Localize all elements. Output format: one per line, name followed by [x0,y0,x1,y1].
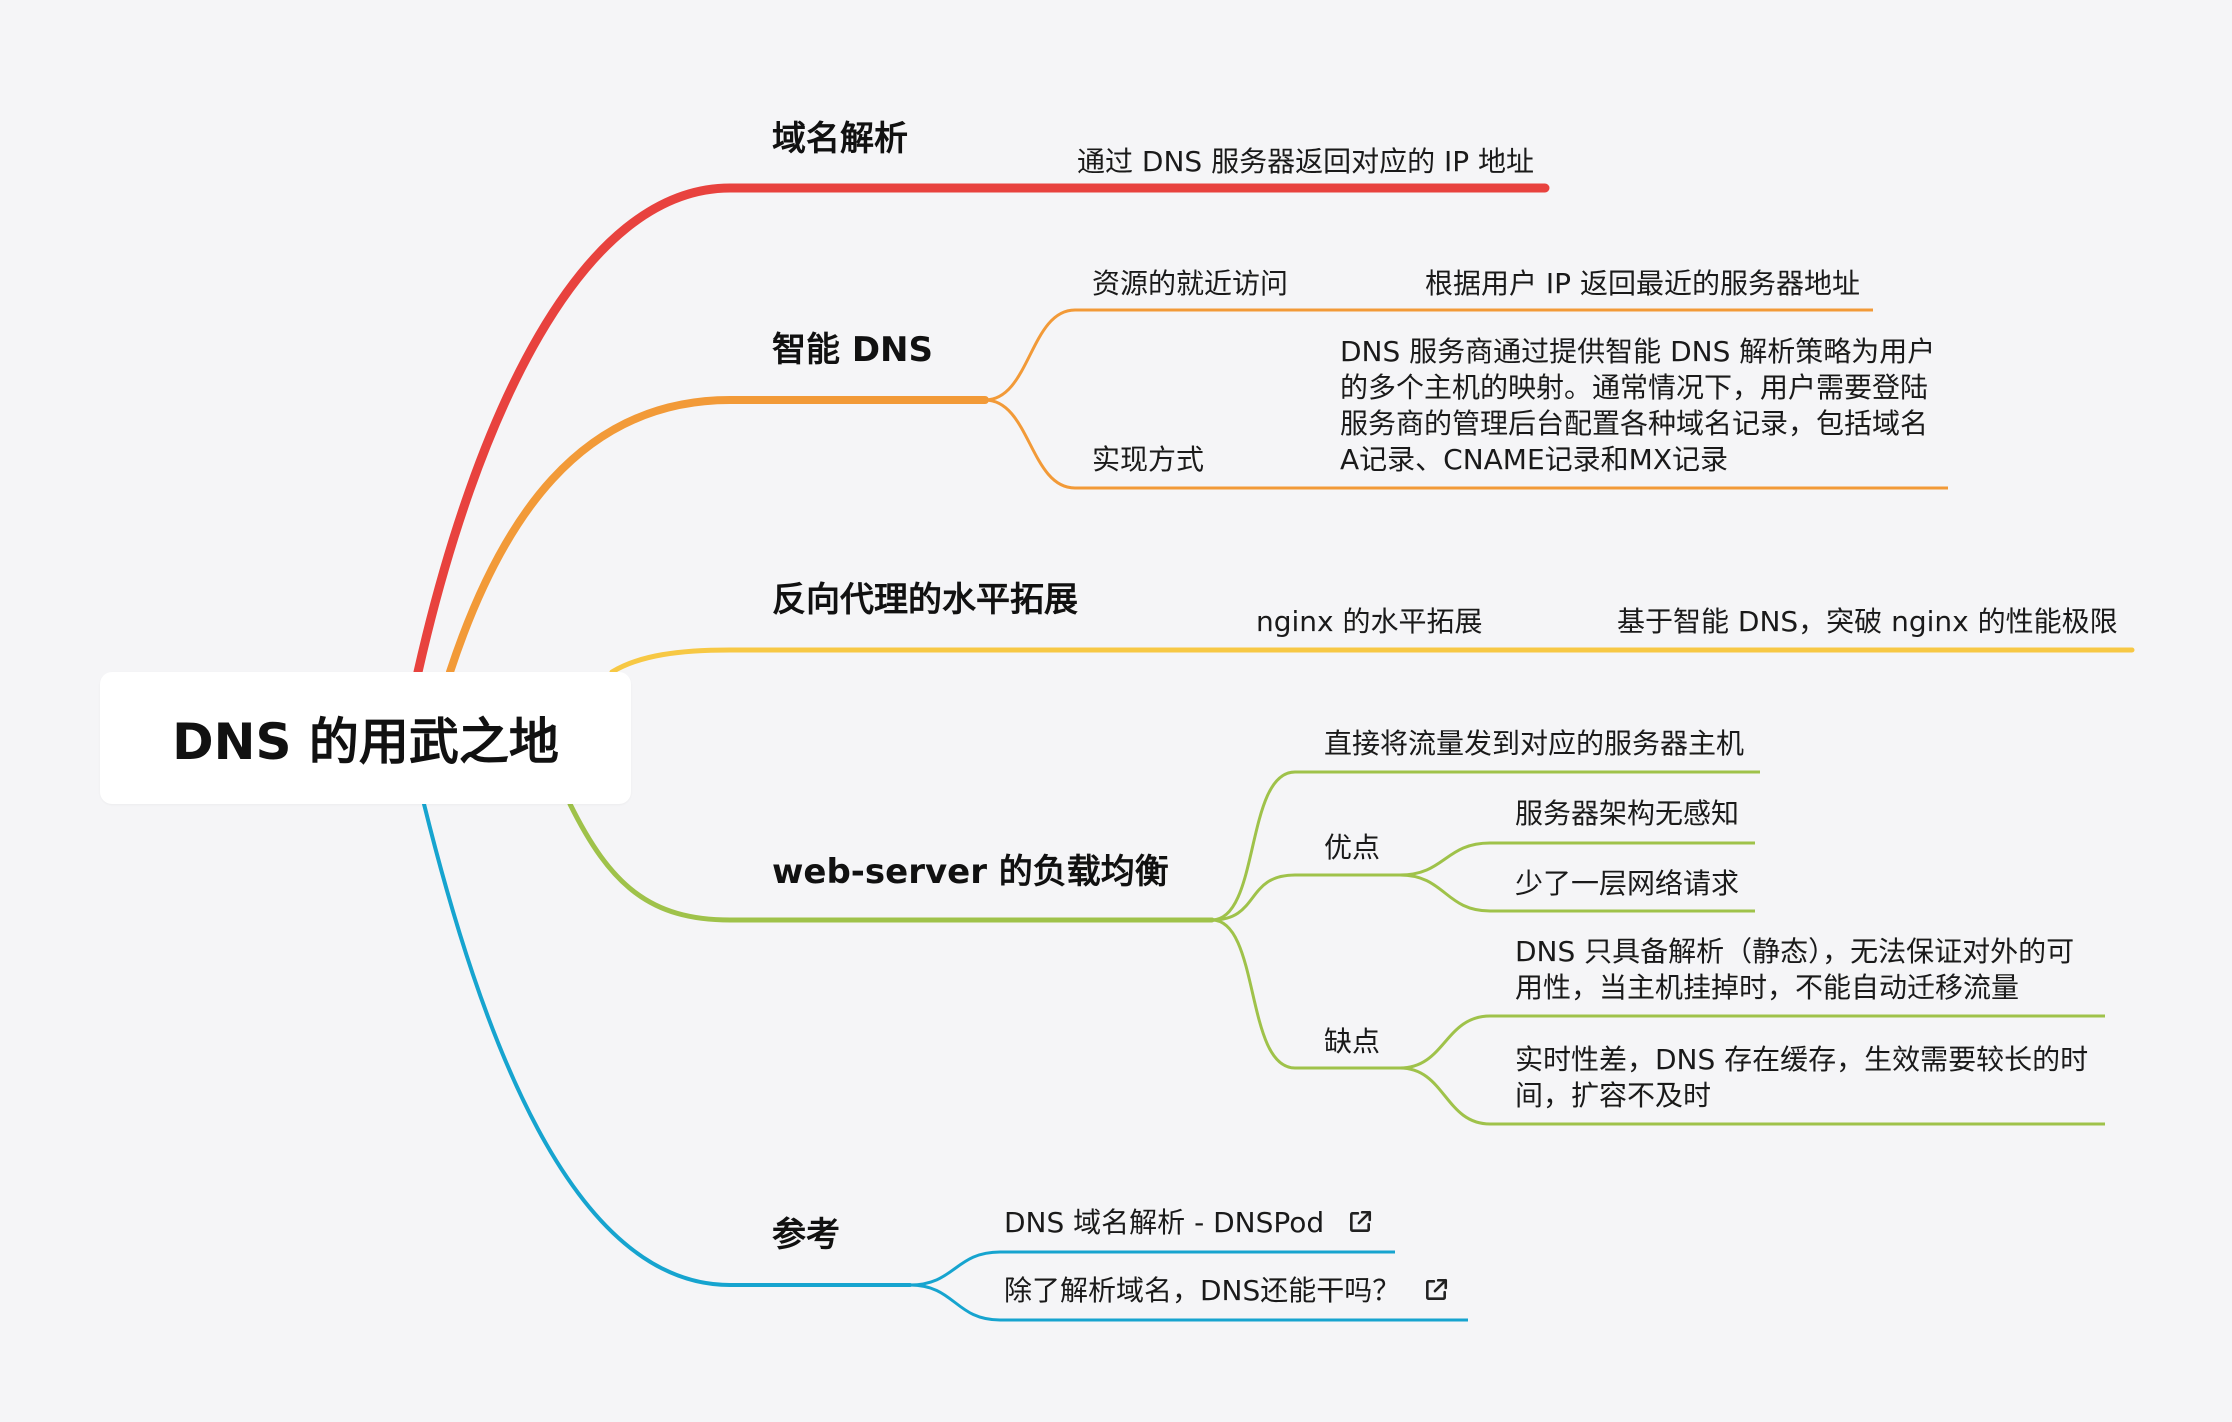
node-cons-item[interactable]: 实时性差，DNS 存在缓存，生效需要较长的时 间，扩容不及时 [1515,1042,2105,1114]
implementation-detail-line: 的多个主机的映射。通常情况下，用户需要登陆 [1340,371,1929,404]
branch-label-smart-dns[interactable]: 智能 DNS [772,330,933,371]
branch-label-load-balancing[interactable]: web-server 的负载均衡 [772,852,1169,893]
external-link-icon[interactable] [1347,1209,1373,1235]
reference-link-label: DNS 域名解析 - DNSPod [1004,1206,1325,1239]
node-implementation-detail[interactable]: DNS 服务商通过提供智能 DNS 解析策略为用户 的多个主机的映射。通常情况下… [1340,334,1940,478]
node-nginx-scaling[interactable]: nginx 的水平拓展 [1256,605,1483,639]
external-link-icon[interactable] [1423,1277,1449,1303]
branch-label-reverse-proxy[interactable]: 反向代理的水平拓展 [772,580,1078,621]
cons-item-line: 实时性差，DNS 存在缓存，生效需要较长的时 [1515,1043,2089,1076]
implementation-detail-line: A记录、CNAME记录和MX记录 [1340,443,1728,476]
implementation-detail-line: 服务商的管理后台配置各种域名记录，包括域名 [1340,407,1929,440]
node-pros-item[interactable]: 少了一层网络请求 [1515,867,1739,901]
node-nearby-access-detail[interactable]: 根据用户 IP 返回最近的服务器地址 [1425,267,1860,301]
reference-link-label: 除了解析域名，DNS还能干吗？ [1004,1274,1401,1307]
cons-item-line: 间，扩容不及时 [1515,1079,1712,1112]
branch-label-domain-resolution[interactable]: 域名解析 [772,119,908,160]
node-nginx-scaling-detail[interactable]: 基于智能 DNS，突破 nginx 的性能极限 [1617,605,2118,639]
root-node[interactable]: DNS 的用武之地 [100,672,631,804]
implementation-detail-line: DNS 服务商通过提供智能 DNS 解析策略为用户 [1340,335,1936,368]
branch-curve-reverse-proxy [609,647,2135,675]
branch-label-references[interactable]: 参考 [772,1215,840,1256]
cons-item-line: 用性，当主机挂掉时，不能自动迁移流量 [1515,971,2020,1004]
branch-curve-smart-dns [446,396,989,676]
node-direct-traffic[interactable]: 直接将流量发到对应的服务器主机 [1324,727,1744,761]
root-label: DNS 的用武之地 [172,713,559,771]
node-domain-resolution-detail[interactable]: 通过 DNS 服务器返回对应的 IP 地址 [1077,145,1534,179]
node-pros-item[interactable]: 服务器架构无感知 [1515,797,1739,831]
cons-item-line: DNS 只具备解析（静态），无法保证对外的可 [1515,935,2075,968]
node-pros[interactable]: 优点 [1324,831,1380,865]
node-cons[interactable]: 缺点 [1324,1025,1380,1059]
node-cons-item[interactable]: DNS 只具备解析（静态），无法保证对外的可 用性，当主机挂掉时，不能自动迁移流… [1515,934,2105,1006]
reference-link-dnspod[interactable]: DNS 域名解析 - DNSPod [1004,1206,1373,1240]
branch-curve-pros [1211,873,1400,922]
node-implementation[interactable]: 实现方式 [1092,443,1204,477]
reference-link-dns-uses[interactable]: 除了解析域名，DNS还能干吗？ [1004,1274,1449,1308]
node-nearby-access[interactable]: 资源的就近访问 [1092,267,1288,301]
